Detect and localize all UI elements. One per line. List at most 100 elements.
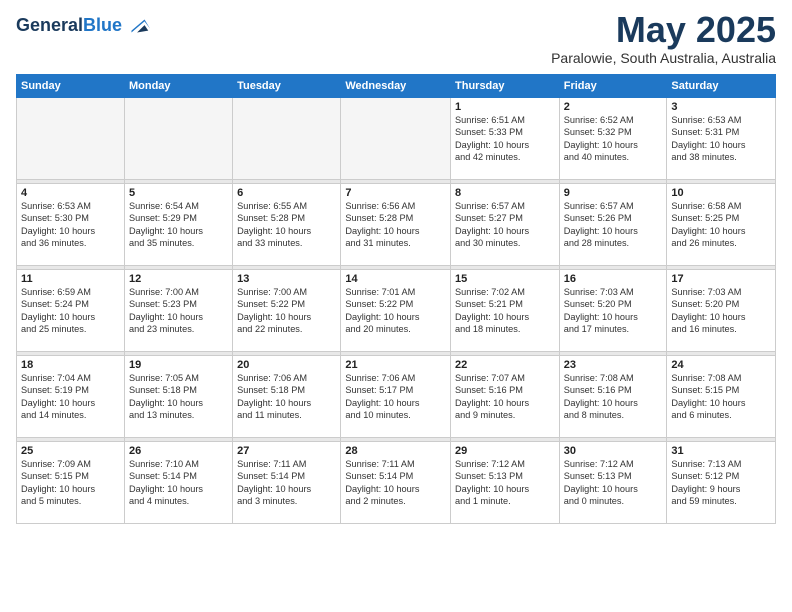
day-info: Sunrise: 7:11 AM Sunset: 5:14 PM Dayligh… bbox=[237, 458, 336, 508]
day-info: Sunrise: 7:08 AM Sunset: 5:16 PM Dayligh… bbox=[564, 372, 663, 422]
day-number: 30 bbox=[564, 445, 663, 457]
table-row: 26Sunrise: 7:10 AM Sunset: 5:14 PM Dayli… bbox=[124, 442, 232, 524]
month-title: May 2025 bbox=[551, 12, 776, 48]
day-info: Sunrise: 7:03 AM Sunset: 5:20 PM Dayligh… bbox=[671, 286, 771, 336]
table-row: 12Sunrise: 7:00 AM Sunset: 5:23 PM Dayli… bbox=[124, 270, 232, 352]
table-row: 2Sunrise: 6:52 AM Sunset: 5:32 PM Daylig… bbox=[559, 98, 667, 180]
day-info: Sunrise: 6:57 AM Sunset: 5:27 PM Dayligh… bbox=[455, 200, 555, 250]
day-number: 24 bbox=[671, 359, 771, 371]
day-info: Sunrise: 7:01 AM Sunset: 5:22 PM Dayligh… bbox=[345, 286, 446, 336]
col-monday: Monday bbox=[124, 75, 232, 98]
table-row: 16Sunrise: 7:03 AM Sunset: 5:20 PM Dayli… bbox=[559, 270, 667, 352]
table-row: 24Sunrise: 7:08 AM Sunset: 5:15 PM Dayli… bbox=[667, 356, 776, 438]
table-row: 8Sunrise: 6:57 AM Sunset: 5:27 PM Daylig… bbox=[451, 184, 560, 266]
day-info: Sunrise: 7:02 AM Sunset: 5:21 PM Dayligh… bbox=[455, 286, 555, 336]
day-number: 3 bbox=[671, 101, 771, 113]
table-row bbox=[233, 98, 341, 180]
day-info: Sunrise: 6:52 AM Sunset: 5:32 PM Dayligh… bbox=[564, 114, 663, 164]
day-info: Sunrise: 7:04 AM Sunset: 5:19 PM Dayligh… bbox=[21, 372, 120, 422]
day-info: Sunrise: 7:03 AM Sunset: 5:20 PM Dayligh… bbox=[564, 286, 663, 336]
day-info: Sunrise: 7:12 AM Sunset: 5:13 PM Dayligh… bbox=[564, 458, 663, 508]
table-row bbox=[17, 98, 125, 180]
table-row: 4Sunrise: 6:53 AM Sunset: 5:30 PM Daylig… bbox=[17, 184, 125, 266]
calendar-week-row: 18Sunrise: 7:04 AM Sunset: 5:19 PM Dayli… bbox=[17, 356, 776, 438]
day-info: Sunrise: 7:00 AM Sunset: 5:22 PM Dayligh… bbox=[237, 286, 336, 336]
day-number: 17 bbox=[671, 273, 771, 285]
table-row: 15Sunrise: 7:02 AM Sunset: 5:21 PM Dayli… bbox=[451, 270, 560, 352]
calendar-week-row: 1Sunrise: 6:51 AM Sunset: 5:33 PM Daylig… bbox=[17, 98, 776, 180]
day-number: 9 bbox=[564, 187, 663, 199]
table-row: 11Sunrise: 6:59 AM Sunset: 5:24 PM Dayli… bbox=[17, 270, 125, 352]
day-info: Sunrise: 7:06 AM Sunset: 5:18 PM Dayligh… bbox=[237, 372, 336, 422]
page: GeneralBlue May 2025 Paralowie, South Au… bbox=[0, 0, 792, 612]
day-info: Sunrise: 6:56 AM Sunset: 5:28 PM Dayligh… bbox=[345, 200, 446, 250]
title-block: May 2025 Paralowie, South Australia, Aus… bbox=[551, 12, 776, 66]
header: GeneralBlue May 2025 Paralowie, South Au… bbox=[16, 12, 776, 66]
day-number: 8 bbox=[455, 187, 555, 199]
col-friday: Friday bbox=[559, 75, 667, 98]
table-row bbox=[124, 98, 232, 180]
table-row: 10Sunrise: 6:58 AM Sunset: 5:25 PM Dayli… bbox=[667, 184, 776, 266]
table-row: 1Sunrise: 6:51 AM Sunset: 5:33 PM Daylig… bbox=[451, 98, 560, 180]
table-row: 31Sunrise: 7:13 AM Sunset: 5:12 PM Dayli… bbox=[667, 442, 776, 524]
table-row: 5Sunrise: 6:54 AM Sunset: 5:29 PM Daylig… bbox=[124, 184, 232, 266]
day-number: 29 bbox=[455, 445, 555, 457]
table-row: 19Sunrise: 7:05 AM Sunset: 5:18 PM Dayli… bbox=[124, 356, 232, 438]
day-number: 13 bbox=[237, 273, 336, 285]
day-number: 25 bbox=[21, 445, 120, 457]
day-number: 31 bbox=[671, 445, 771, 457]
day-number: 27 bbox=[237, 445, 336, 457]
day-info: Sunrise: 6:54 AM Sunset: 5:29 PM Dayligh… bbox=[129, 200, 228, 250]
day-info: Sunrise: 7:09 AM Sunset: 5:15 PM Dayligh… bbox=[21, 458, 120, 508]
day-info: Sunrise: 7:10 AM Sunset: 5:14 PM Dayligh… bbox=[129, 458, 228, 508]
calendar-week-row: 25Sunrise: 7:09 AM Sunset: 5:15 PM Dayli… bbox=[17, 442, 776, 524]
table-row: 20Sunrise: 7:06 AM Sunset: 5:18 PM Dayli… bbox=[233, 356, 341, 438]
day-info: Sunrise: 7:11 AM Sunset: 5:14 PM Dayligh… bbox=[345, 458, 446, 508]
col-tuesday: Tuesday bbox=[233, 75, 341, 98]
day-number: 6 bbox=[237, 187, 336, 199]
day-number: 19 bbox=[129, 359, 228, 371]
col-saturday: Saturday bbox=[667, 75, 776, 98]
day-info: Sunrise: 7:12 AM Sunset: 5:13 PM Dayligh… bbox=[455, 458, 555, 508]
logo-general: General bbox=[16, 15, 83, 35]
day-number: 26 bbox=[129, 445, 228, 457]
day-number: 18 bbox=[21, 359, 120, 371]
table-row: 13Sunrise: 7:00 AM Sunset: 5:22 PM Dayli… bbox=[233, 270, 341, 352]
subtitle: Paralowie, South Australia, Australia bbox=[551, 50, 776, 66]
day-number: 4 bbox=[21, 187, 120, 199]
table-row: 9Sunrise: 6:57 AM Sunset: 5:26 PM Daylig… bbox=[559, 184, 667, 266]
logo: GeneralBlue bbox=[16, 12, 152, 40]
table-row: 27Sunrise: 7:11 AM Sunset: 5:14 PM Dayli… bbox=[233, 442, 341, 524]
table-row: 3Sunrise: 6:53 AM Sunset: 5:31 PM Daylig… bbox=[667, 98, 776, 180]
day-info: Sunrise: 7:08 AM Sunset: 5:15 PM Dayligh… bbox=[671, 372, 771, 422]
logo-blue: Blue bbox=[83, 15, 122, 35]
col-wednesday: Wednesday bbox=[341, 75, 451, 98]
table-row: 21Sunrise: 7:06 AM Sunset: 5:17 PM Dayli… bbox=[341, 356, 451, 438]
day-number: 20 bbox=[237, 359, 336, 371]
calendar-header-row: Sunday Monday Tuesday Wednesday Thursday… bbox=[17, 75, 776, 98]
table-row: 23Sunrise: 7:08 AM Sunset: 5:16 PM Dayli… bbox=[559, 356, 667, 438]
col-sunday: Sunday bbox=[17, 75, 125, 98]
day-info: Sunrise: 6:51 AM Sunset: 5:33 PM Dayligh… bbox=[455, 114, 555, 164]
table-row: 22Sunrise: 7:07 AM Sunset: 5:16 PM Dayli… bbox=[451, 356, 560, 438]
table-row: 6Sunrise: 6:55 AM Sunset: 5:28 PM Daylig… bbox=[233, 184, 341, 266]
day-info: Sunrise: 6:53 AM Sunset: 5:30 PM Dayligh… bbox=[21, 200, 120, 250]
day-number: 16 bbox=[564, 273, 663, 285]
day-number: 14 bbox=[345, 273, 446, 285]
table-row: 14Sunrise: 7:01 AM Sunset: 5:22 PM Dayli… bbox=[341, 270, 451, 352]
day-info: Sunrise: 6:53 AM Sunset: 5:31 PM Dayligh… bbox=[671, 114, 771, 164]
table-row: 29Sunrise: 7:12 AM Sunset: 5:13 PM Dayli… bbox=[451, 442, 560, 524]
day-number: 11 bbox=[21, 273, 120, 285]
day-info: Sunrise: 7:13 AM Sunset: 5:12 PM Dayligh… bbox=[671, 458, 771, 508]
table-row bbox=[341, 98, 451, 180]
table-row: 17Sunrise: 7:03 AM Sunset: 5:20 PM Dayli… bbox=[667, 270, 776, 352]
table-row: 25Sunrise: 7:09 AM Sunset: 5:15 PM Dayli… bbox=[17, 442, 125, 524]
day-info: Sunrise: 6:57 AM Sunset: 5:26 PM Dayligh… bbox=[564, 200, 663, 250]
day-info: Sunrise: 6:58 AM Sunset: 5:25 PM Dayligh… bbox=[671, 200, 771, 250]
table-row: 30Sunrise: 7:12 AM Sunset: 5:13 PM Dayli… bbox=[559, 442, 667, 524]
day-info: Sunrise: 6:59 AM Sunset: 5:24 PM Dayligh… bbox=[21, 286, 120, 336]
logo-icon bbox=[124, 12, 152, 40]
day-number: 10 bbox=[671, 187, 771, 199]
calendar-week-row: 4Sunrise: 6:53 AM Sunset: 5:30 PM Daylig… bbox=[17, 184, 776, 266]
day-number: 21 bbox=[345, 359, 446, 371]
